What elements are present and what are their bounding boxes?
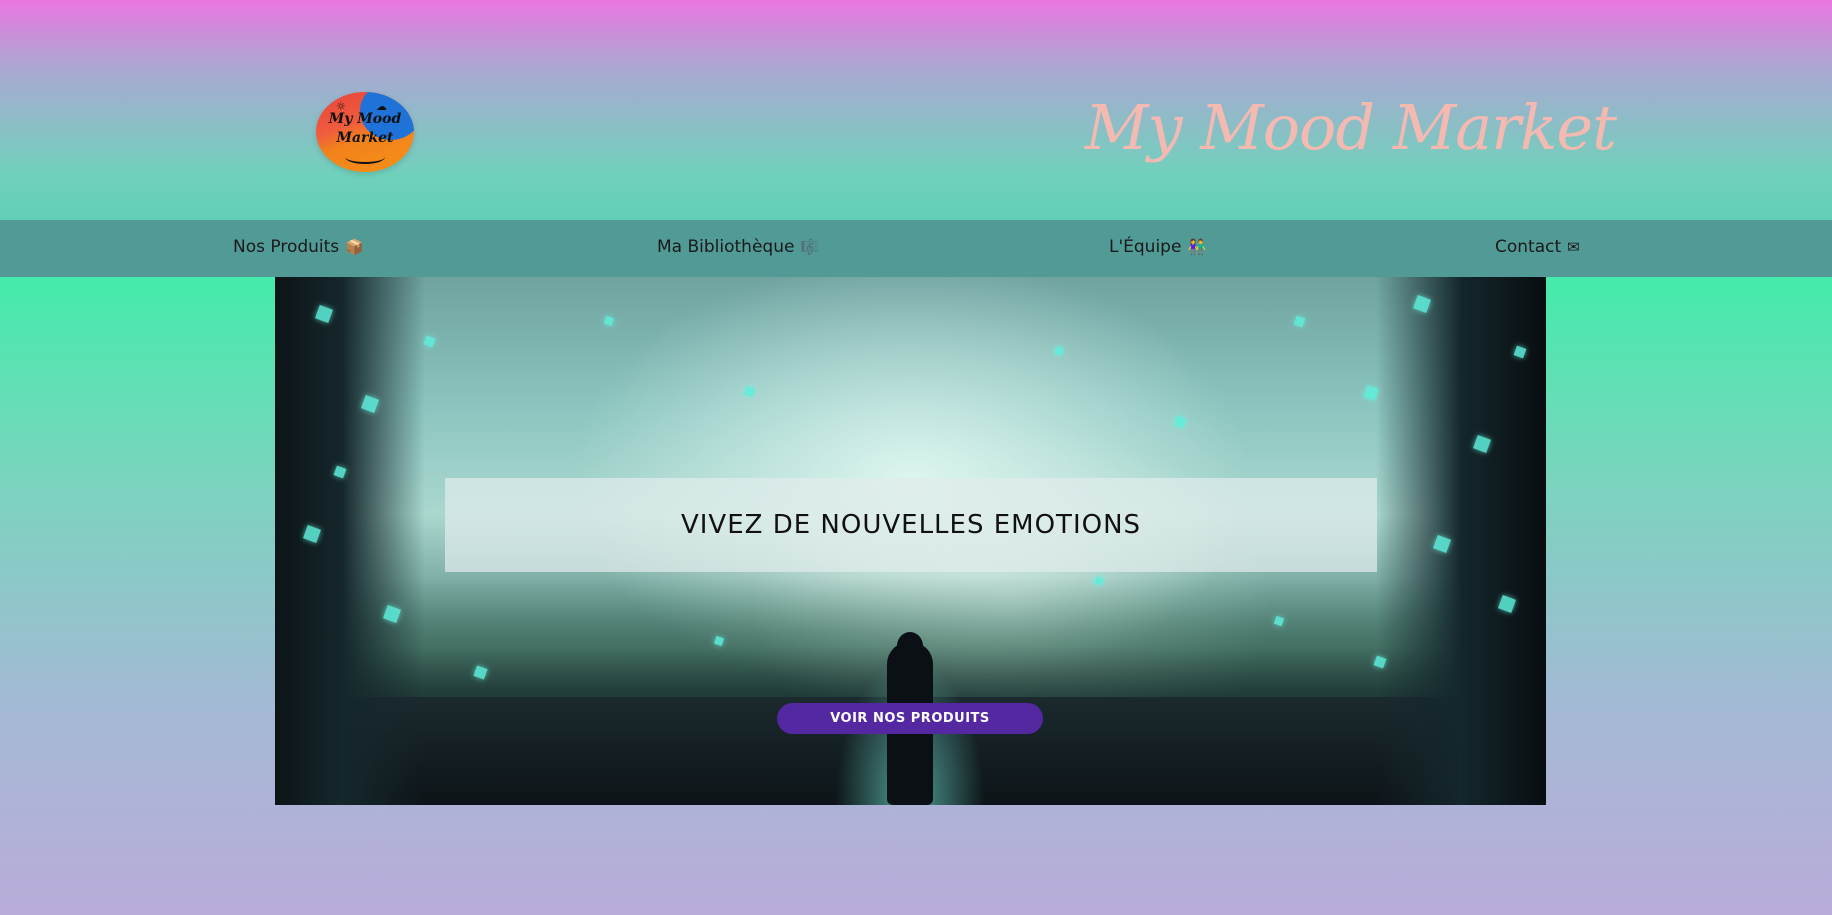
main-nav: Nos Produits 📦 Ma Bibliothèque 🎼 L'Équipe 👫… xyxy=(0,220,1832,277)
view-products-button[interactable]: VOIR NOS PRODUITS xyxy=(777,703,1043,734)
nav-item-label: Ma Bibliothèque xyxy=(657,237,795,257)
nav-item-ma-bibliotheque[interactable]: Ma Bibliothèque 🎼 xyxy=(657,220,819,277)
logo-smile xyxy=(345,150,385,164)
nav-item-equipe[interactable]: L'Équipe 👫 xyxy=(1109,220,1206,277)
envelope-icon: ✉ xyxy=(1567,238,1580,256)
hero-section: VIVEZ DE NOUVELLES EMOTIONS VOIR NOS PRO… xyxy=(275,277,1546,805)
hero-shard xyxy=(1053,345,1065,357)
hero-wall-left xyxy=(275,277,425,805)
hero-heading: VIVEZ DE NOUVELLES EMOTIONS xyxy=(680,510,1142,540)
logo[interactable]: ☼ ☁ My Mood Market xyxy=(316,92,414,172)
hero-shard xyxy=(423,335,436,348)
hero-shard xyxy=(743,385,756,398)
logo-text: My Mood Market xyxy=(328,111,402,146)
hero-banner: VIVEZ DE NOUVELLES EMOTIONS xyxy=(445,478,1377,572)
hero-shard xyxy=(1293,315,1306,328)
nav-item-label: Nos Produits xyxy=(233,237,340,257)
nav-item-label: L'Équipe xyxy=(1109,237,1182,257)
nav-item-contact[interactable]: Contact ✉ xyxy=(1495,220,1580,277)
hero-shard xyxy=(603,315,615,327)
site-title: My Mood Market xyxy=(1085,91,1617,164)
hero-shard xyxy=(1173,415,1187,429)
site-header: ☼ ☁ My Mood Market My Mood Market xyxy=(0,0,1832,220)
team-icon: 👫 xyxy=(1187,238,1207,256)
music-library-icon: 🎼 xyxy=(800,238,820,256)
box-icon: 📦 xyxy=(345,238,364,256)
nav-item-label: Contact xyxy=(1495,237,1562,257)
nav-item-nos-produits[interactable]: Nos Produits 📦 xyxy=(233,220,364,277)
